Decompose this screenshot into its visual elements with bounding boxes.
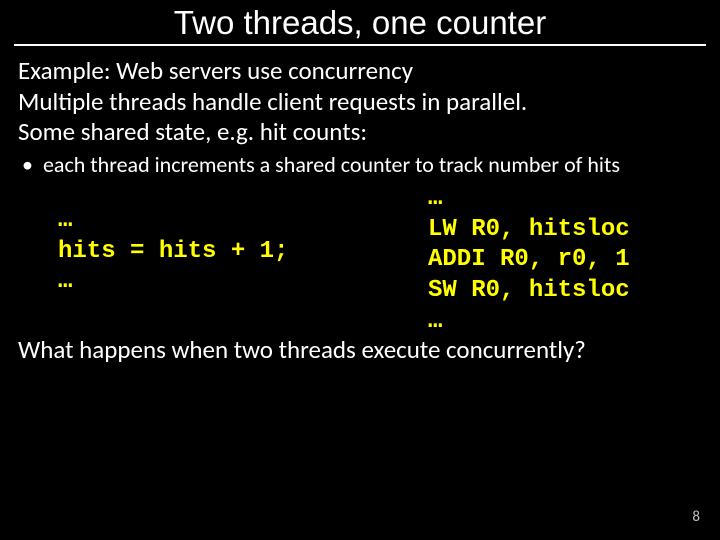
body-text: Example: Web servers use concurrency Mul… bbox=[0, 46, 720, 148]
code-asm-snippet: … LW R0, hitsloc ADDI R0, r0, 1 SW R0, h… bbox=[428, 184, 720, 338]
code-right-column: … LW R0, hitsloc ADDI R0, r0, 1 SW R0, h… bbox=[428, 184, 720, 338]
bullet-item: • each thread increments a shared counte… bbox=[0, 148, 720, 182]
bullet-text: each thread increments a shared counter … bbox=[43, 152, 620, 178]
bullet-dot-icon: • bbox=[22, 152, 33, 178]
code-left-column: … hits = hits + 1; … bbox=[0, 184, 428, 338]
body-line-1: Example: Web servers use concurrency bbox=[18, 56, 702, 87]
slide-title: Two threads, one counter bbox=[0, 0, 720, 42]
page-number: 8 bbox=[692, 508, 700, 526]
body-line-3: Some shared state, e.g. hit counts: bbox=[18, 117, 702, 148]
code-c-snippet: … hits = hits + 1; … bbox=[58, 206, 428, 298]
code-columns: … hits = hits + 1; … … LW R0, hitsloc AD… bbox=[0, 182, 720, 338]
slide: Two threads, one counter Example: Web se… bbox=[0, 0, 720, 540]
body-line-2: Multiple threads handle client requests … bbox=[18, 87, 702, 118]
closing-question: What happens when two threads execute co… bbox=[0, 335, 720, 365]
